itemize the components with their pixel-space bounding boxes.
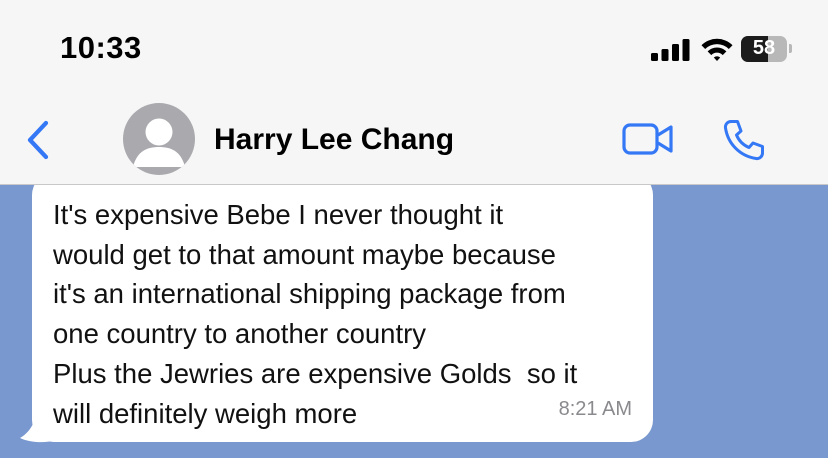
message-bubble[interactable]: It's expensive Bebe I never thought it w… [32, 185, 653, 442]
message-timestamp: 8:21 AM [558, 398, 632, 420]
person-placeholder-icon [133, 118, 185, 167]
battery-cap [789, 44, 792, 53]
wifi-icon [701, 38, 733, 61]
status-bar: 10:33 58 [0, 0, 828, 92]
battery-level: 58 [752, 37, 776, 59]
contact-name[interactable]: Harry Lee Chang [214, 123, 454, 157]
avatar[interactable] [123, 103, 195, 175]
back-button[interactable] [22, 118, 58, 162]
cellular-signal-icon [651, 39, 690, 61]
voice-call-button[interactable] [722, 118, 766, 162]
battery-indicator: 58 [741, 36, 793, 62]
battery-icon: 58 [741, 36, 787, 62]
status-time: 10:33 [60, 30, 142, 65]
chat-area[interactable]: It's expensive Bebe I never thought it w… [0, 185, 828, 458]
video-call-button[interactable] [622, 122, 674, 156]
chat-header: Harry Lee Chang [0, 92, 828, 185]
